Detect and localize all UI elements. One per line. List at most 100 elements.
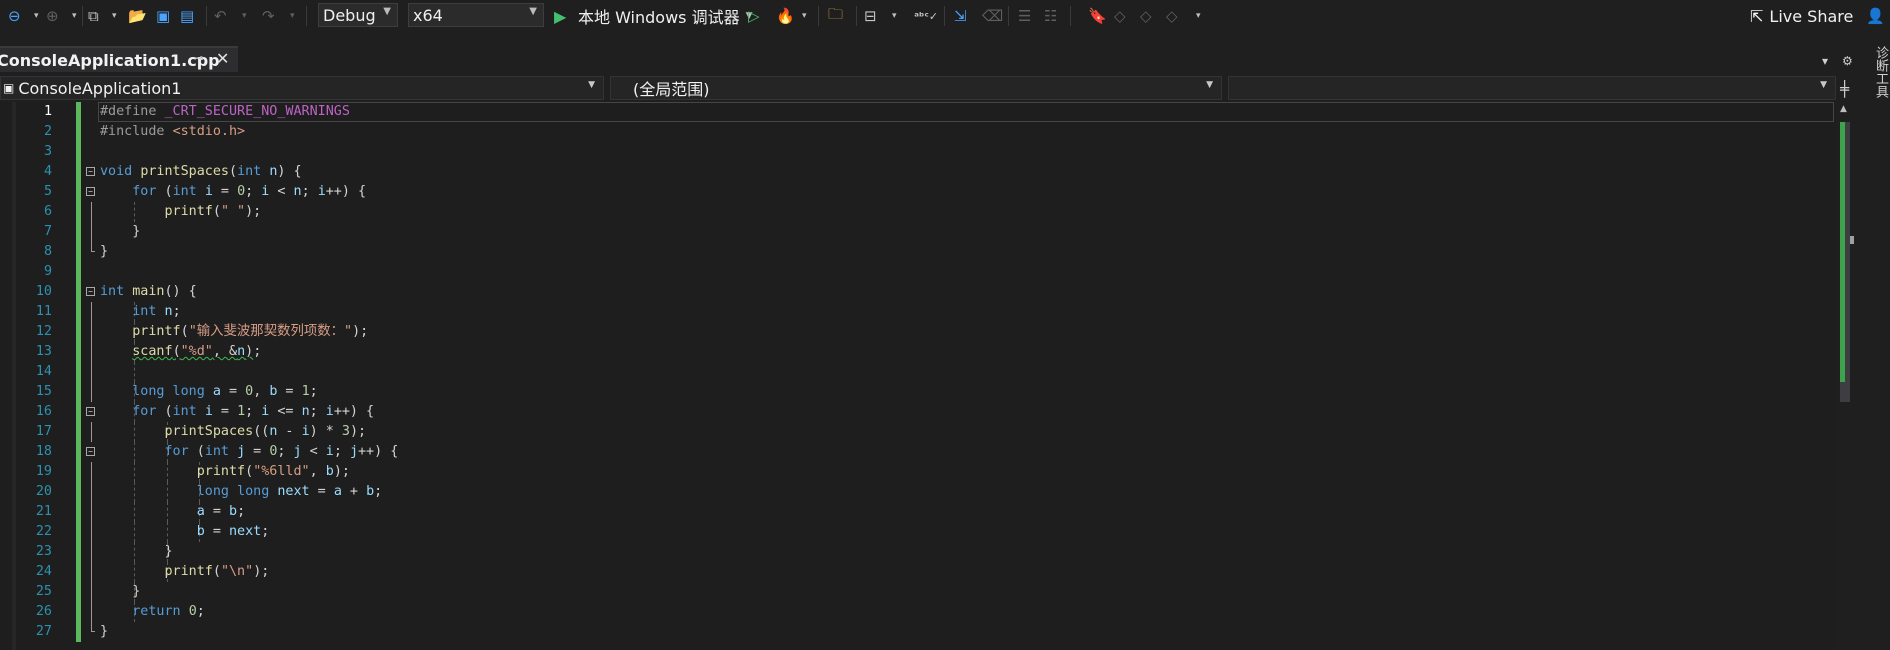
tab-consoleapplication1[interactable]: ConsoleApplication1.cpp ⊸ ✕ <box>0 46 238 72</box>
code-editor[interactable]: 1 #define _CRT_SECURE_NO_WARNINGS 2 #includ… <box>0 102 1836 650</box>
redo-dropdown-icon[interactable]: ▾ <box>290 4 295 28</box>
split-editor-icon[interactable]: ╪ <box>1840 80 1849 98</box>
close-icon[interactable]: ✕ <box>216 49 229 68</box>
step-icon[interactable]: ⇲ <box>954 4 967 28</box>
layout-icon[interactable]: ⊟ <box>864 4 877 28</box>
code-token: = <box>212 404 238 419</box>
collapse-icon[interactable]: − <box>86 407 95 416</box>
code-line[interactable]: 10 − int main() { <box>0 282 1836 302</box>
code-line[interactable]: 18− for (int j = 0; j < i; j++) { <box>0 442 1836 462</box>
code-token: ; <box>245 404 262 419</box>
clear-bookmarks-icon[interactable]: ◇ <box>1166 4 1178 28</box>
line-number: 11 <box>35 304 52 319</box>
layout-dropdown-icon[interactable]: ▾ <box>892 4 897 28</box>
code-line[interactable]: 24 printf("\n"); <box>0 562 1836 582</box>
back-icon[interactable]: ⊖ <box>8 4 21 28</box>
start-without-debug-icon[interactable]: ▷ <box>748 4 760 28</box>
code-token: printSpaces <box>140 164 229 179</box>
comment-icon[interactable]: ☰ <box>1018 4 1031 28</box>
code-line[interactable]: 15 long long a = 0, b = 1; <box>0 382 1836 402</box>
start-debugging-button[interactable]: 本地 Windows 调试器 ▼ <box>578 4 753 28</box>
new-dropdown-icon[interactable]: ▾ <box>112 4 117 28</box>
clear-icon[interactable]: ⌫ <box>982 4 1003 28</box>
code-line[interactable]: 9 <box>0 262 1836 282</box>
code-token: ( <box>212 204 221 219</box>
code-line[interactable]: 20 long long next = a + b; <box>0 482 1836 502</box>
undo-icon[interactable]: ↶ <box>214 4 227 28</box>
code-line[interactable]: 4 − void printSpaces(int n) { <box>0 162 1836 182</box>
code-line[interactable]: 13 scanf("%d", &n); <box>0 342 1836 362</box>
code-line[interactable]: 7 } <box>0 222 1836 242</box>
settings-icon[interactable]: ⚙ <box>1842 54 1853 68</box>
change-marker <box>76 282 81 302</box>
code-line[interactable]: 12 printf("输入斐波那契数列项数："); <box>0 322 1836 342</box>
toolbar-overflow-icon[interactable]: ▾ <box>1196 4 1201 28</box>
change-marker <box>76 142 81 162</box>
hot-reload-dropdown-icon[interactable]: ▾ <box>802 4 807 28</box>
diagnostic-tools-tab[interactable]: 诊断工具 <box>1862 46 1890 126</box>
platform-select[interactable]: x64 ▼ <box>408 3 544 27</box>
spell-check-icon[interactable]: ᵃᵇᶜ✓ <box>914 4 938 28</box>
uncomment-icon[interactable]: ☷ <box>1044 4 1057 28</box>
pin-icon[interactable]: ⊸ <box>194 51 204 65</box>
collapse-icon[interactable]: − <box>86 287 95 296</box>
code-token: void <box>100 164 133 179</box>
save-all-icon[interactable]: ▤ <box>180 4 194 28</box>
open-folder-icon[interactable]: 📂 <box>128 4 147 28</box>
scroll-up-icon[interactable]: ▲ <box>1840 104 1847 114</box>
code-token: i <box>317 184 326 199</box>
code-line[interactable]: 21 a = b; <box>0 502 1836 522</box>
code-line[interactable]: 17 printSpaces((n - i) * 3); <box>0 422 1836 442</box>
bookmark-icon[interactable]: 🔖 <box>1088 4 1107 28</box>
code-line[interactable]: 11 int n; <box>0 302 1836 322</box>
start-debug-icon[interactable]: ▶ <box>554 4 566 28</box>
prev-bookmark-icon[interactable]: ◇ <box>1114 4 1126 28</box>
code-token: j <box>293 444 302 459</box>
code-line[interactable]: 26 return 0; <box>0 602 1836 622</box>
forward-dropdown-icon[interactable]: ▾ <box>72 4 77 28</box>
collapse-icon[interactable]: − <box>86 187 95 196</box>
code-line[interactable]: 1 #define _CRT_SECURE_NO_WARNINGS <box>0 102 1836 122</box>
code-line[interactable]: 23 } <box>0 542 1836 562</box>
next-bookmark-icon[interactable]: ◇ <box>1140 4 1152 28</box>
new-project-icon[interactable]: ⧉ <box>88 4 99 28</box>
vertical-scrollbar[interactable]: ▲ <box>1836 102 1854 650</box>
scope-dropdown[interactable]: (全局范围) ▼ <box>610 76 1222 100</box>
code-line[interactable]: 27} <box>0 622 1836 642</box>
code-line[interactable]: 5− for (int i = 0; i < n; i++) { <box>0 182 1836 202</box>
redo-icon[interactable]: ↷ <box>262 4 275 28</box>
tab-list-dropdown-icon[interactable]: ▾ <box>1822 54 1828 68</box>
code-token: scanf <box>132 344 173 359</box>
member-dropdown[interactable]: ▼ <box>1228 76 1836 100</box>
collapse-icon[interactable]: − <box>86 447 95 456</box>
solution-config-select[interactable]: Debug ▼ <box>318 3 398 27</box>
code-line[interactable]: 3 <box>0 142 1836 162</box>
solution-explorer-icon[interactable]: 🗀 <box>828 4 843 28</box>
code-token: ); <box>245 204 262 219</box>
code-line[interactable]: 22 b = next; <box>0 522 1836 542</box>
save-icon[interactable]: ▣ <box>156 4 170 28</box>
code-line[interactable]: 14 <box>0 362 1836 382</box>
collapse-icon[interactable]: − <box>86 167 95 176</box>
back-dropdown-icon[interactable]: ▾ <box>34 4 39 28</box>
code-line[interactable]: 16− for (int i = 1; i <= n; i++) { <box>0 402 1836 422</box>
forward-icon[interactable]: ⊕ <box>46 4 59 28</box>
change-marker <box>76 162 81 182</box>
undo-dropdown-icon[interactable]: ▾ <box>242 4 247 28</box>
code-line[interactable]: 2 #include <stdio.h> <box>0 122 1836 142</box>
live-share-icon: ⇱ <box>1750 6 1764 26</box>
code-line[interactable]: 19 printf("%6lld", b); <box>0 462 1836 482</box>
code-line[interactable]: 25 } <box>0 582 1836 602</box>
code-token: 0 <box>188 604 197 619</box>
code-line[interactable]: 6 printf(" "); <box>0 202 1836 222</box>
live-share-button[interactable]: ⇱ Live Share <box>1750 4 1853 28</box>
project-dropdown[interactable]: ▣ ConsoleApplication1 ▼ <box>0 76 604 100</box>
account-icon[interactable]: 👤 <box>1866 4 1885 28</box>
code-token: ( <box>156 404 173 419</box>
hot-reload-icon[interactable]: 🔥 <box>776 4 795 28</box>
code-line[interactable]: 8} <box>0 242 1836 262</box>
